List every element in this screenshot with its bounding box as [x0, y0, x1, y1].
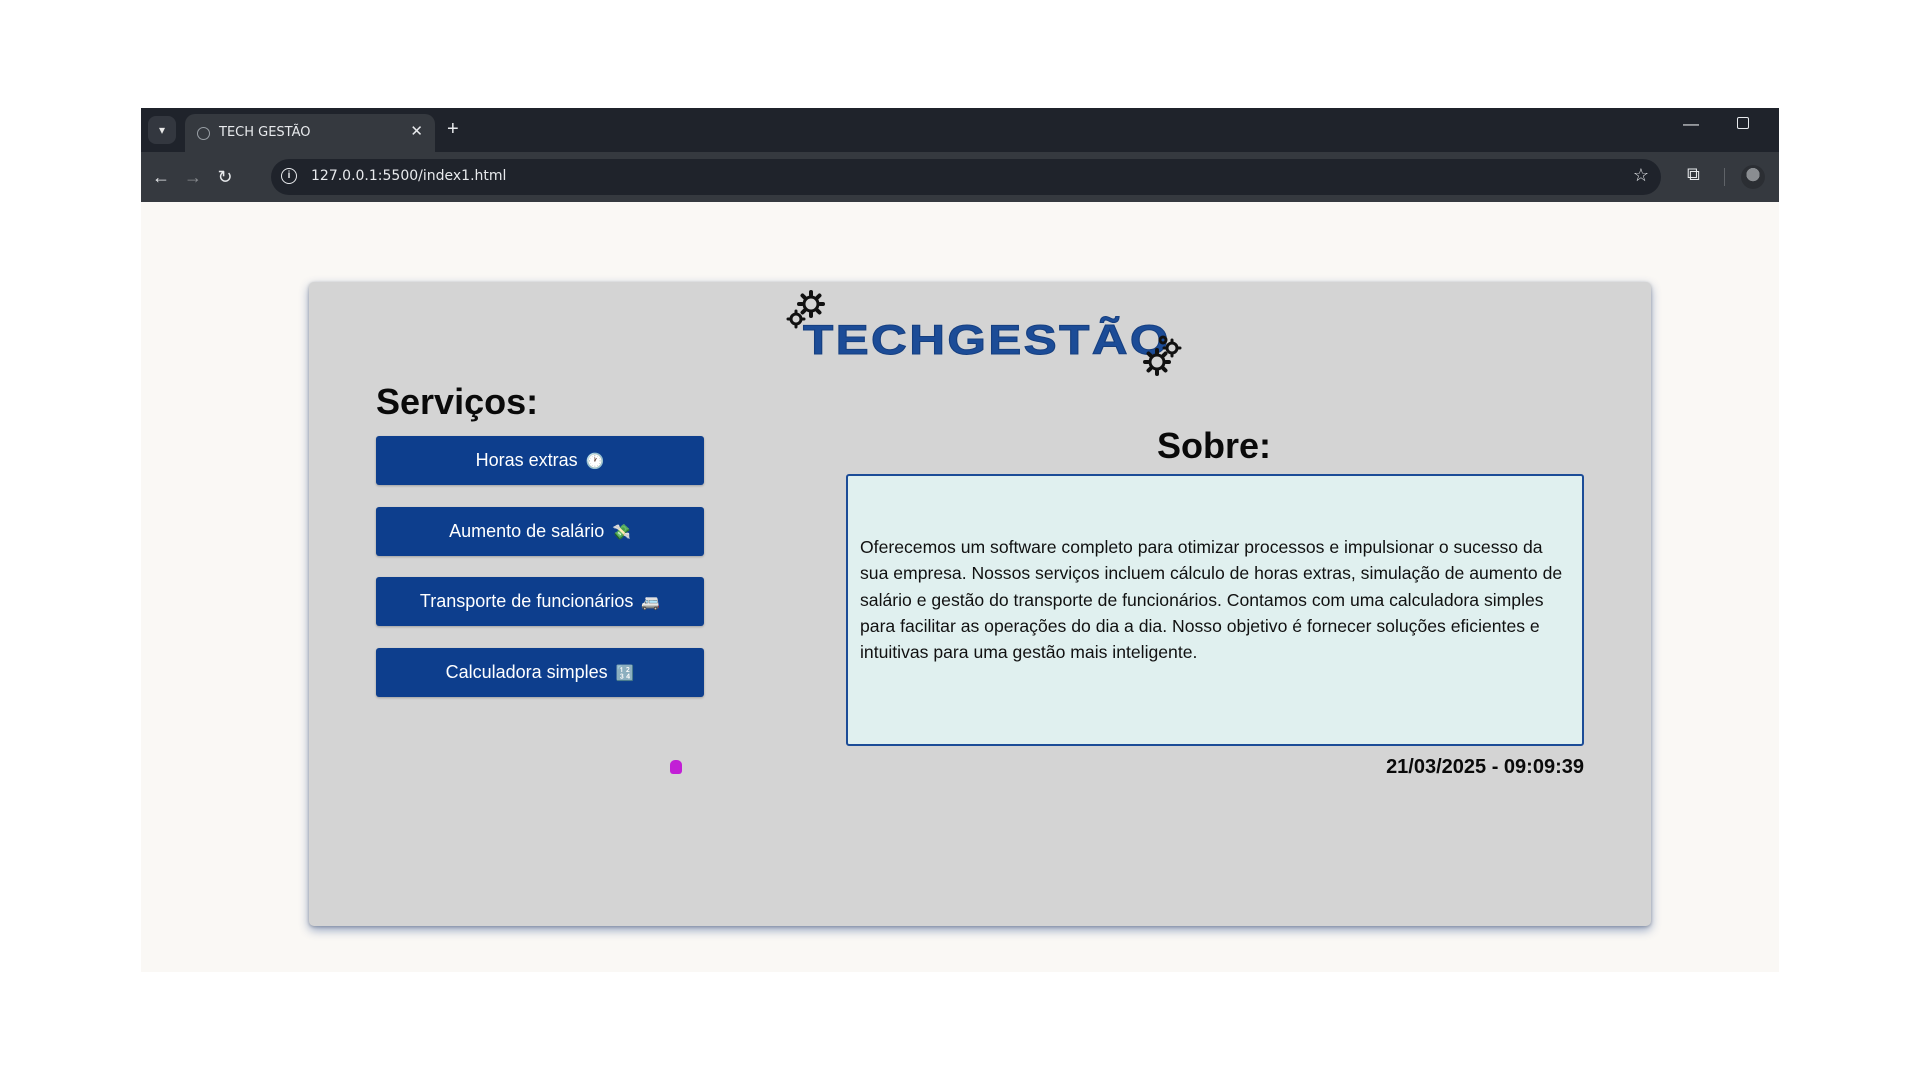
url-text[interactable]: 127.0.0.1:5500/index1.html [311, 168, 506, 184]
about-box: Oferecemos um software completo para oti… [846, 474, 1584, 746]
extensions-icon[interactable]: ⧉ [1687, 164, 1707, 184]
close-tab-icon[interactable]: ✕ [410, 122, 423, 140]
van-icon: 🚐 [641, 592, 661, 611]
techgestao-logo: TECHGESTÃO [783, 290, 1203, 380]
browser-toolbar: ← → ↻ i 127.0.0.1:5500/index1.html ☆ ⧉ [141, 152, 1779, 202]
about-text: Oferecemos um software completo para oti… [860, 537, 1563, 663]
horas-extras-button[interactable]: Horas extras 🕐 [376, 436, 704, 485]
globe-icon [197, 127, 210, 140]
minimize-icon[interactable]: — [1683, 116, 1699, 134]
mouse-cursor-icon [670, 760, 682, 774]
address-bar[interactable]: i 127.0.0.1:5500/index1.html ☆ [271, 159, 1661, 195]
tab-bar: ▾ TECH GESTÃO ✕ + — [141, 108, 1779, 152]
gears-icon [1143, 335, 1182, 376]
profile-avatar[interactable] [1741, 165, 1765, 189]
services-heading: Serviços: [376, 381, 539, 422]
money-icon: 💸 [612, 522, 631, 541]
tab-search-chevron-icon[interactable]: ▾ [148, 116, 176, 144]
button-label: Transporte de funcionários [419, 591, 634, 611]
bookmark-star-icon[interactable]: ☆ [1633, 165, 1649, 186]
main-card: TECHGESTÃO Serviços: Horas extras 🕐 Aume… [309, 282, 1651, 926]
numbers-icon: 🔢 [615, 663, 635, 682]
restore-icon[interactable] [1737, 117, 1749, 129]
button-label: Aumento de salário [449, 521, 605, 541]
new-tab-button[interactable]: + [447, 117, 459, 141]
clock-icon: 🕐 [585, 451, 605, 470]
forward-arrow-icon[interactable]: → [180, 164, 206, 190]
button-label: Calculadora simples [445, 662, 608, 682]
current-datetime: 21/03/2025 - 09:09:39 [1386, 756, 1584, 778]
browser-tab[interactable]: TECH GESTÃO ✕ [185, 114, 435, 152]
browser-window: ▾ TECH GESTÃO ✕ + — ← → ↻ i 127.0.0.1:55… [141, 108, 1779, 972]
back-arrow-icon[interactable]: ← [148, 164, 174, 190]
logo-text: TECHGESTÃO [802, 316, 1171, 364]
button-label: Horas extras [475, 450, 578, 470]
transporte-funcionarios-button[interactable]: Transporte de funcionários 🚐 [376, 577, 704, 626]
toolbar-divider [1724, 168, 1725, 186]
reload-icon[interactable]: ↻ [212, 164, 238, 190]
aumento-salario-button[interactable]: Aumento de salário 💸 [376, 507, 704, 556]
tab-title: TECH GESTÃO [219, 125, 311, 140]
about-heading: Sobre: [1157, 425, 1272, 466]
site-info-icon[interactable]: i [281, 168, 297, 184]
page-viewport: TECHGESTÃO Serviços: Horas extras 🕐 Aume… [141, 202, 1779, 972]
calculadora-simples-button[interactable]: Calculadora simples 🔢 [376, 648, 704, 697]
